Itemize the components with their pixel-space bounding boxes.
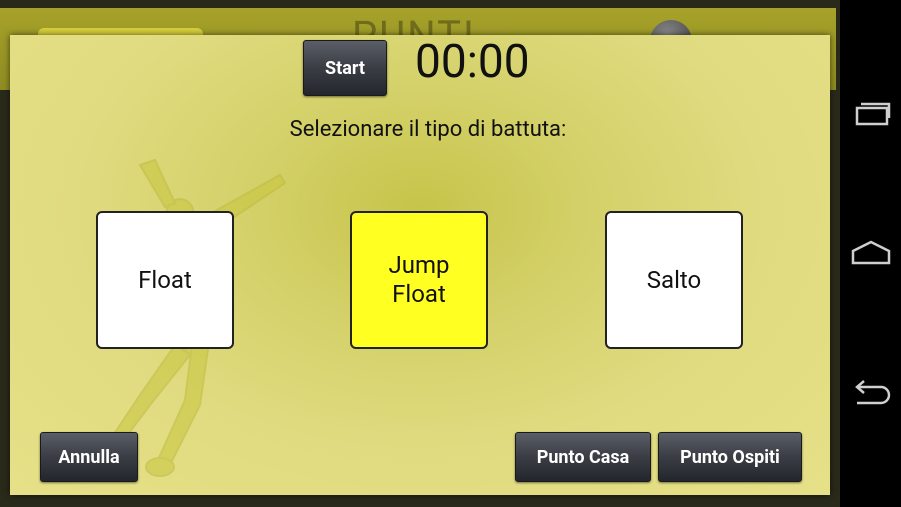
choice-jump-float[interactable]: Jump Float xyxy=(350,211,488,349)
away-point-button[interactable]: Punto Ospiti xyxy=(658,432,802,482)
home-point-button[interactable]: Punto Casa xyxy=(515,432,651,482)
home-icon xyxy=(851,240,891,265)
timer-display: 00:00 xyxy=(415,35,530,89)
serve-type-prompt: Selezionare il tipo di battuta: xyxy=(289,117,567,142)
choice-float[interactable]: Float xyxy=(96,211,234,349)
recent-apps-button[interactable] xyxy=(848,93,894,133)
app-screen: PUNTI Start 00:00 Selezionare il tipo di… xyxy=(0,0,840,507)
cancel-button[interactable]: Annulla xyxy=(40,432,138,482)
recent-apps-icon xyxy=(855,102,891,126)
start-button[interactable]: Start xyxy=(303,40,387,96)
serve-type-dialog: Start 00:00 Selezionare il tipo di battu… xyxy=(10,35,830,495)
home-button[interactable] xyxy=(848,232,894,272)
system-nav-bar xyxy=(840,0,901,507)
back-icon xyxy=(855,380,891,405)
back-button[interactable] xyxy=(848,373,894,413)
choice-salto[interactable]: Salto xyxy=(605,211,743,349)
